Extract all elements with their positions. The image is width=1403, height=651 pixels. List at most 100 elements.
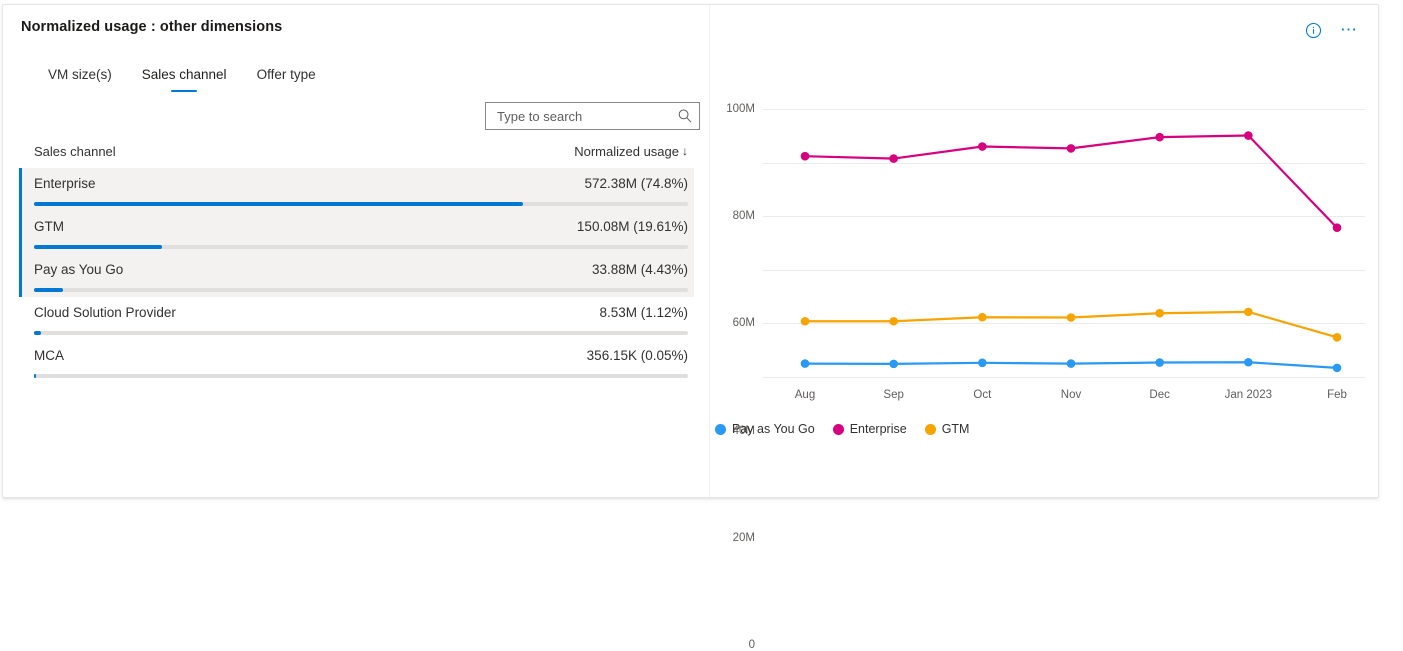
table-row-name: Pay as You Go <box>34 262 123 277</box>
table-row-value: 150.08M (19.61%) <box>577 219 688 234</box>
table-row-bar-fill <box>34 288 63 292</box>
search-input[interactable] <box>495 108 677 125</box>
chart-x-tick-label: Sep <box>883 389 903 401</box>
chart-x-tick-label: Aug <box>795 389 815 401</box>
table-header-row: Sales channel Normalized usage ↓ <box>19 139 694 163</box>
ellipsis-glyph: ⋯ <box>1340 25 1358 35</box>
table-row[interactable]: MCA 356.15K (0.05%) <box>19 340 694 383</box>
chart-point[interactable] <box>801 359 810 368</box>
tab-vm-sizes[interactable]: VM size(s) <box>47 63 113 92</box>
table-row-top: Cloud Solution Provider 8.53M (1.12%) <box>34 297 688 327</box>
sales-channel-table: Sales channel Normalized usage ↓ Enterpr… <box>19 139 694 383</box>
legend-label: Pay as You Go <box>732 422 815 436</box>
chart-series-layer <box>763 109 1365 377</box>
chart-y-tick-label: 20M <box>733 532 755 544</box>
tab-offer-type-label: Offer type <box>257 67 316 82</box>
more-ellipsis-icon[interactable]: ⋯ <box>1338 19 1360 41</box>
info-circle-icon[interactable] <box>1302 19 1324 41</box>
chart-point[interactable] <box>1333 223 1342 232</box>
table-row-value: 572.38M (74.8%) <box>584 176 688 191</box>
table-row-bar-fill <box>34 202 523 206</box>
chart-plot-area: 020M40M60M80M100M <box>763 109 1365 377</box>
legend-item-gtm[interactable]: GTM <box>925 422 970 436</box>
table-row-value: 356.15K (0.05%) <box>587 348 688 363</box>
column-header-normalized-usage[interactable]: Normalized usage ↓ <box>574 144 688 159</box>
sort-descending-icon: ↓ <box>682 144 688 158</box>
table-row-top: GTM 150.08M (19.61%) <box>34 211 688 241</box>
chart-x-tick-label: Oct <box>973 389 991 401</box>
table-row-value: 33.88M (4.43%) <box>592 262 688 277</box>
column-header-sales-channel: Sales channel <box>34 144 116 159</box>
chart-point[interactable] <box>1155 358 1164 367</box>
chart-y-tick-label: 80M <box>733 210 755 222</box>
chart-point[interactable] <box>889 154 898 163</box>
chart-y-tick-label: 100M <box>726 103 755 115</box>
page-title: Normalized usage : other dimensions <box>21 19 282 35</box>
chart-point[interactable] <box>801 152 810 161</box>
chart-point[interactable] <box>1067 144 1076 153</box>
legend-label: Enterprise <box>850 422 907 436</box>
table-row-name: MCA <box>34 348 64 363</box>
chart-point[interactable] <box>1244 308 1253 317</box>
panel-divider <box>709 5 710 497</box>
chart-point[interactable] <box>978 142 987 151</box>
search-box[interactable] <box>485 102 700 130</box>
chart-point[interactable] <box>1333 333 1342 342</box>
column-header-normalized-usage-label: Normalized usage <box>574 144 679 159</box>
table-row[interactable]: GTM 150.08M (19.61%) <box>19 211 694 254</box>
table-row-bar-fill <box>34 331 41 335</box>
table-rows: Enterprise 572.38M (74.8%) GTM 150.08M (… <box>19 168 694 383</box>
table-row-name: GTM <box>34 219 64 234</box>
usage-trend-chart: 020M40M60M80M100M AugSepOctNovDecJan 202… <box>715 95 1375 445</box>
chart-legend: Pay as You Go Enterprise GTM <box>715 422 969 436</box>
dimension-tabs: VM size(s) Sales channel Offer type <box>47 63 317 92</box>
table-row-top: Pay as You Go 33.88M (4.43%) <box>34 254 688 284</box>
chart-y-tick-label: 0 <box>749 639 755 651</box>
table-row-top: Enterprise 572.38M (74.8%) <box>34 168 688 198</box>
legend-label: GTM <box>942 422 970 436</box>
chart-x-axis: AugSepOctNovDecJan 2023Feb <box>763 377 1365 397</box>
table-row-bar-track <box>34 374 688 378</box>
table-row-name: Enterprise <box>34 176 96 191</box>
chart-point[interactable] <box>1155 133 1164 142</box>
table-row-bar-track <box>34 202 688 206</box>
chart-point[interactable] <box>1333 364 1342 373</box>
chart-point[interactable] <box>889 317 898 326</box>
table-row-bar-track <box>34 331 688 335</box>
table-row-bar-fill <box>34 374 36 378</box>
table-row-bar-fill <box>34 245 162 249</box>
tab-sales-channel-label: Sales channel <box>142 67 227 82</box>
chart-x-tick-label: Dec <box>1149 389 1169 401</box>
normalized-usage-card: Normalized usage : other dimensions ⋯ VM… <box>2 4 1379 498</box>
chart-point[interactable] <box>1244 358 1253 367</box>
chart-x-tick-label: Nov <box>1061 389 1081 401</box>
table-row[interactable]: Pay as You Go 33.88M (4.43%) <box>19 254 694 297</box>
table-row[interactable]: Enterprise 572.38M (74.8%) <box>19 168 694 211</box>
table-row-top: MCA 356.15K (0.05%) <box>34 340 688 370</box>
legend-item-enterprise[interactable]: Enterprise <box>833 422 907 436</box>
legend-color-dot <box>715 424 726 435</box>
chart-point[interactable] <box>1155 309 1164 318</box>
header-actions: ⋯ <box>1302 19 1360 41</box>
chart-point[interactable] <box>801 317 810 326</box>
chart-point[interactable] <box>1244 131 1253 140</box>
search-icon[interactable] <box>677 108 693 124</box>
legend-color-dot <box>925 424 936 435</box>
table-row-name: Cloud Solution Provider <box>34 305 176 320</box>
chart-point[interactable] <box>1067 313 1076 322</box>
table-row[interactable]: Cloud Solution Provider 8.53M (1.12%) <box>19 297 694 340</box>
legend-color-dot <box>833 424 844 435</box>
chart-point[interactable] <box>978 358 987 367</box>
chart-point[interactable] <box>889 360 898 369</box>
chart-point[interactable] <box>978 313 987 322</box>
table-row-bar-track <box>34 245 688 249</box>
chart-point[interactable] <box>1067 359 1076 368</box>
chart-x-tick-label: Feb <box>1327 389 1347 401</box>
chart-y-tick-label: 60M <box>733 317 755 329</box>
legend-item-pay-as-you-go[interactable]: Pay as You Go <box>715 422 815 436</box>
table-row-bar-track <box>34 288 688 292</box>
tab-offer-type[interactable]: Offer type <box>256 63 317 92</box>
tab-vm-sizes-label: VM size(s) <box>48 67 112 82</box>
chart-x-tick-label: Jan 2023 <box>1225 389 1272 401</box>
tab-sales-channel[interactable]: Sales channel <box>141 63 228 92</box>
